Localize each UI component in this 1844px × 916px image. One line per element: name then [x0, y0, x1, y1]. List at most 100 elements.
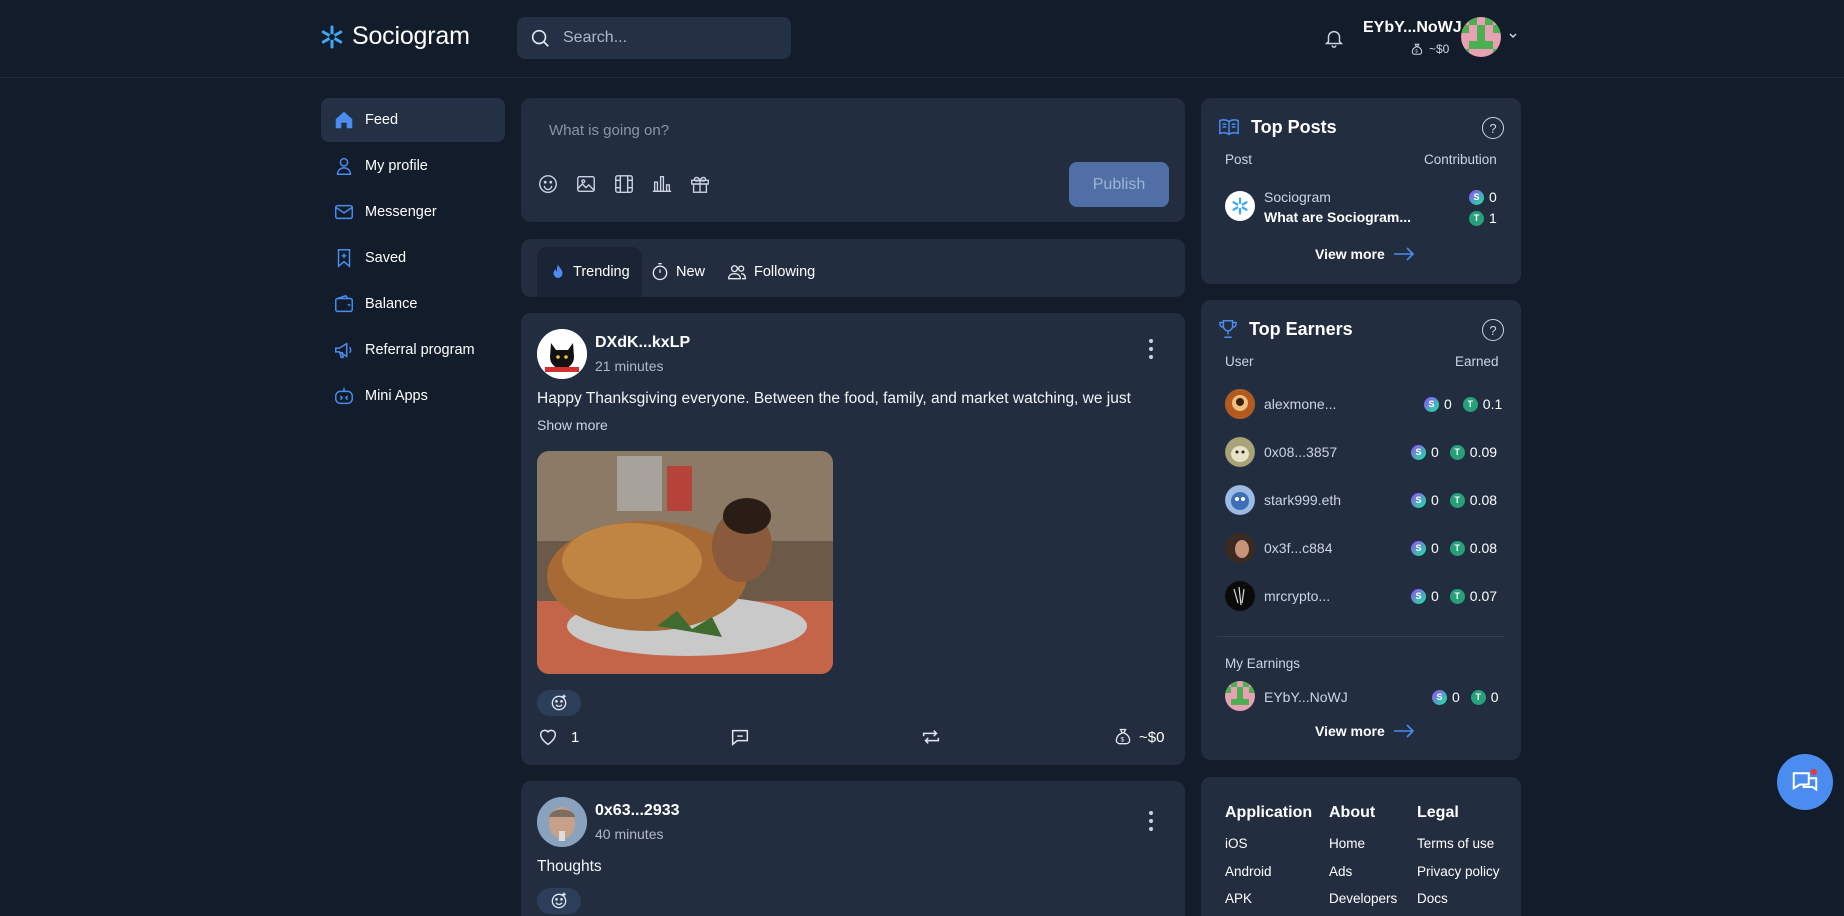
repost-icon[interactable] [920, 726, 942, 748]
footer-link-docs[interactable]: Docs [1417, 891, 1448, 906]
support-chat-button[interactable] [1777, 754, 1833, 810]
bell-icon[interactable] [1323, 26, 1345, 50]
help-icon[interactable]: ? [1482, 117, 1504, 139]
arrow-right-icon [1393, 247, 1414, 261]
search-icon [531, 29, 549, 47]
top-earners-view-more[interactable]: View more [1315, 723, 1415, 739]
sidebar-item-referral-program[interactable]: Referral program [321, 328, 505, 372]
tip-button[interactable]: $ ~$0 [1113, 726, 1164, 748]
my-avatar[interactable] [1225, 681, 1255, 711]
earner-earned: S 0 T 0.07 [1411, 588, 1497, 604]
footer-link-terms[interactable]: Terms of use [1417, 836, 1494, 851]
col-earned: Earned [1455, 354, 1499, 369]
comment-icon[interactable] [729, 726, 751, 748]
logo[interactable]: Sociogram [320, 22, 470, 51]
earner-avatar[interactable] [1225, 437, 1255, 467]
earner-name[interactable]: alexmone... [1264, 396, 1336, 412]
show-more-link[interactable]: Show more [537, 417, 608, 433]
footer-link-home[interactable]: Home [1329, 836, 1365, 851]
top-post-title[interactable]: What are Sociogram... [1264, 209, 1411, 225]
logo-text: Sociogram [352, 22, 470, 50]
gift-icon[interactable] [689, 173, 711, 195]
earner-avatar[interactable] [1225, 485, 1255, 515]
publish-button[interactable]: Publish [1069, 162, 1169, 207]
tab-trending[interactable]: Trending [537, 247, 642, 297]
top-posts-view-more[interactable]: View more [1315, 246, 1415, 262]
poll-icon[interactable] [651, 173, 673, 195]
my-earnings-label: My Earnings [1225, 656, 1301, 671]
my-name[interactable]: EYbY...NoWJ [1264, 689, 1348, 705]
sidebar-item-messenger[interactable]: Messenger [321, 190, 505, 234]
help-icon[interactable]: ? [1482, 319, 1504, 341]
author-avatar[interactable] [537, 797, 587, 847]
tab-new[interactable]: New [638, 247, 717, 297]
earner-avatar[interactable] [1225, 533, 1255, 563]
top-header [0, 0, 1844, 78]
footer-link-privacy[interactable]: Privacy policy [1417, 864, 1500, 879]
footer-link-ios[interactable]: iOS [1225, 836, 1248, 851]
earner-avatar[interactable] [1225, 389, 1255, 419]
user-name[interactable]: EYbY...NoWJ [1363, 19, 1462, 37]
more-vertical-icon[interactable] [1147, 338, 1155, 360]
image-icon[interactable] [575, 173, 597, 195]
more-vertical-icon[interactable] [1147, 810, 1155, 832]
sidebar-item-my-profile[interactable]: My profile [321, 144, 505, 188]
earner-name[interactable]: 0x3f...c884 [1264, 540, 1333, 556]
robot-icon [335, 387, 353, 405]
arrow-right-icon [1393, 724, 1414, 738]
sol-coin-icon: S [1411, 492, 1426, 508]
search-input[interactable] [563, 29, 763, 47]
composer-input[interactable]: What is going on? [549, 122, 669, 139]
emoji-icon[interactable] [537, 173, 559, 195]
earner-avatar[interactable] [1225, 581, 1255, 611]
top-post-author[interactable]: Sociogram [1264, 189, 1331, 205]
flame-icon [553, 264, 563, 278]
tether-coin-icon: T [1470, 689, 1486, 705]
open-book-icon [1219, 119, 1239, 136]
earner-earned: S 0 T 0.1 [1424, 396, 1502, 412]
search-box[interactable] [517, 17, 791, 59]
footer-link-android[interactable]: Android [1225, 864, 1272, 879]
heart-icon [539, 729, 557, 746]
sol-coin-icon: S [1411, 444, 1426, 460]
add-reaction-button[interactable] [537, 690, 581, 716]
post-time: 40 minutes [595, 826, 664, 842]
footer-heading-legal: Legal [1417, 804, 1459, 821]
snowflake-logo-icon [321, 25, 343, 48]
svg-text:$: $ [1121, 737, 1125, 744]
video-icon[interactable] [613, 173, 635, 195]
earner-earned: S 0 T 0.08 [1411, 492, 1497, 508]
stopwatch-icon [652, 263, 668, 281]
sociogram-avatar[interactable] [1225, 191, 1255, 221]
tab-following[interactable]: Following [714, 247, 827, 297]
footer-link-apk[interactable]: APK [1225, 891, 1252, 906]
chevron-down-icon[interactable] [1508, 32, 1518, 40]
post-author[interactable]: DXdK...kxLP [595, 334, 690, 352]
footer-link-ads[interactable]: Ads [1329, 864, 1352, 879]
like-button[interactable]: 1 [537, 726, 579, 748]
post-time: 21 minutes [595, 358, 664, 374]
avatar[interactable] [1461, 17, 1501, 57]
earner-name[interactable]: 0x08...3857 [1264, 444, 1337, 460]
earner-name[interactable]: mrcrypto... [1264, 588, 1330, 604]
sidebar-item-feed[interactable]: Feed [321, 98, 505, 142]
home-icon [335, 111, 353, 129]
divider [1217, 636, 1505, 637]
sidebar-item-saved[interactable]: Saved [321, 236, 505, 280]
author-avatar[interactable] [537, 329, 587, 379]
sidebar-item-mini-apps[interactable]: Mini Apps [321, 374, 505, 418]
sol-coin-icon: S [1411, 588, 1426, 604]
earner-name[interactable]: stark999.eth [1264, 492, 1341, 508]
footer-link-developers[interactable]: Developers [1329, 891, 1397, 906]
mail-icon [335, 204, 353, 220]
sidebar-item-balance[interactable]: Balance [321, 282, 505, 326]
post-author[interactable]: 0x63...2933 [595, 802, 680, 820]
sol-coin-icon: S [1469, 189, 1484, 205]
col-user: User [1225, 354, 1254, 369]
post-image[interactable] [537, 451, 833, 674]
user-icon [336, 157, 352, 175]
wallet-icon [335, 294, 353, 313]
contribution-t: T1 [1469, 210, 1497, 226]
megaphone-icon [335, 342, 352, 359]
add-reaction-button[interactable] [537, 888, 581, 914]
